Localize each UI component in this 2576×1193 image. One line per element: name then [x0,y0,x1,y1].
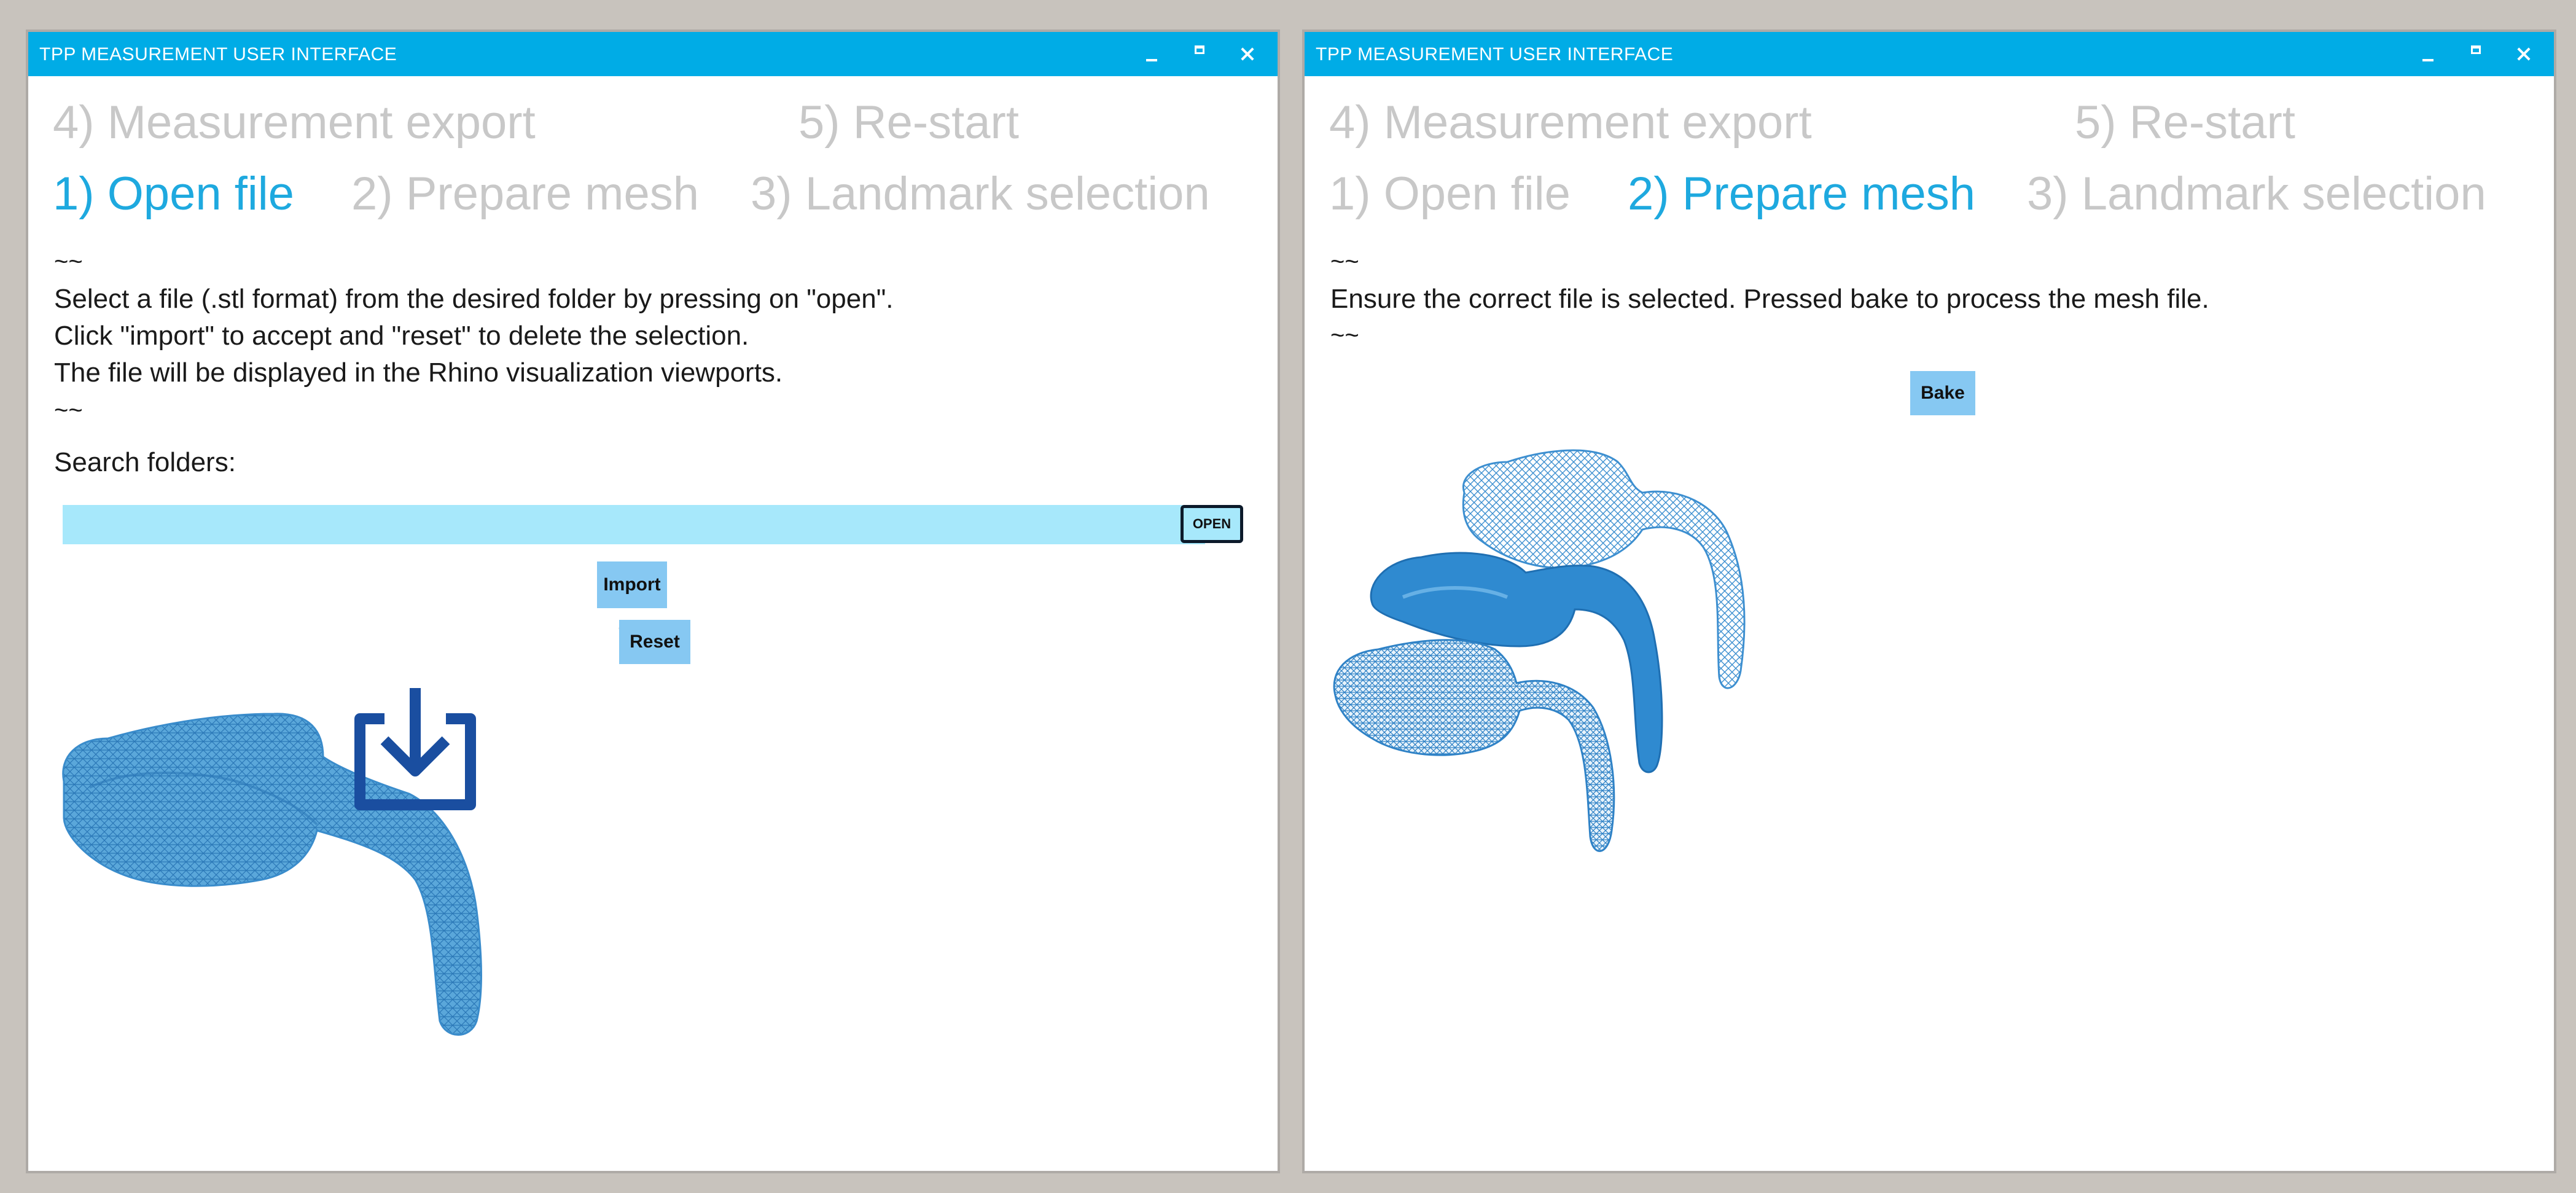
tab-open-file[interactable]: 1) Open file [53,167,294,221]
bake-button[interactable]: Bake [1910,371,1975,415]
close-icon[interactable] [1226,32,1269,76]
open-button[interactable]: OPEN [1181,505,1243,543]
minimize-icon[interactable] [2406,32,2449,76]
instruction-line: The file will be displayed in the Rhino … [54,358,783,388]
window-open-file: TPP MEASUREMENT USER INTERFACE 4) Measur… [26,29,1280,1173]
instruction-line: Select a file (.stl format) from the des… [54,284,894,314]
tab-prepare-mesh[interactable]: 2) Prepare mesh [351,167,699,221]
instruction-line: Ensure the correct file is selected. Pre… [1330,284,2209,314]
minimize-icon[interactable] [1130,32,1173,76]
separator: ~~ [1330,248,1359,275]
tab-landmark-selection[interactable]: 3) Landmark selection [2027,167,2486,221]
separator: ~~ [54,397,83,424]
title-bar[interactable]: TPP MEASUREMENT USER INTERFACE [28,32,1278,76]
tab-open-file[interactable]: 1) Open file [1329,167,1571,221]
import-download-icon [354,688,476,810]
close-icon[interactable] [2502,32,2545,76]
tab-restart[interactable]: 5) Re-start [798,96,1019,149]
window-title: TPP MEASUREMENT USER INTERFACE [1316,44,1674,65]
tab-landmark-selection[interactable]: 3) Landmark selection [751,167,1210,221]
search-folders-label: Search folders: [54,447,236,477]
maximize-icon[interactable] [1179,32,1222,76]
window-title: TPP MEASUREMENT USER INTERFACE [39,44,397,65]
tab-restart[interactable]: 5) Re-start [2075,96,2295,149]
instruction-line: Click "import" to accept and "reset" to … [54,321,749,351]
tab-measurement-export[interactable]: 4) Measurement export [1329,96,1812,149]
maximize-icon[interactable] [2456,32,2499,76]
tab-prepare-mesh[interactable]: 2) Prepare mesh [1628,167,1975,221]
separator: ~~ [54,248,83,275]
title-bar[interactable]: TPP MEASUREMENT USER INTERFACE [1305,32,2554,76]
import-file-button[interactable]: Import file [597,561,667,641]
mesh-model-stack [1333,449,1746,852]
separator: ~~ [1330,322,1359,349]
reset-button[interactable]: Reset [619,620,690,664]
tab-measurement-export[interactable]: 4) Measurement export [53,96,536,149]
window-prepare-mesh: TPP MEASUREMENT USER INTERFACE 4) Measur… [1302,29,2556,1173]
search-folders-input[interactable] [63,505,1205,544]
